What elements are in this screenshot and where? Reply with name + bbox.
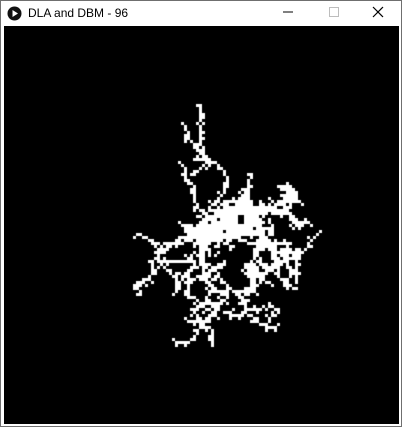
play-icon <box>7 6 22 21</box>
dla-cluster-drawing <box>4 26 399 424</box>
close-button[interactable] <box>355 1 401 26</box>
window-title: DLA and DBM - 96 <box>28 6 129 20</box>
minimize-icon <box>282 5 294 23</box>
maximize-button[interactable] <box>311 1 357 26</box>
close-icon <box>372 5 384 23</box>
minimize-button[interactable] <box>265 1 311 26</box>
maximize-icon <box>328 5 340 23</box>
title-bar[interactable]: DLA and DBM - 96 <box>1 1 401 26</box>
simulation-canvas[interactable] <box>4 26 399 424</box>
app-window: DLA and DBM - 96 <box>0 0 402 427</box>
